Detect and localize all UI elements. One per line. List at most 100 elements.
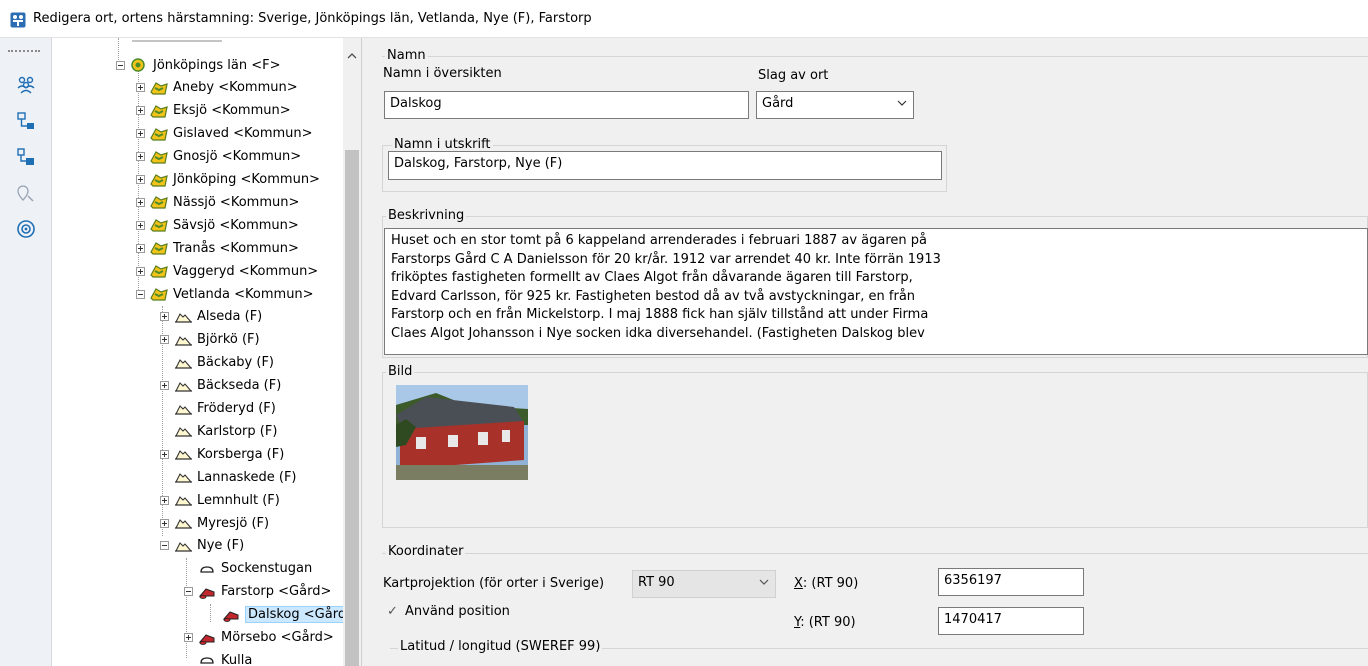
place-tree[interactable]: Jönköpings län <F> Aneby <Kommun> Eksjö <K…: [52, 38, 362, 666]
tree-item-label: Tranås <Kommun>: [173, 240, 299, 256]
place-kind-label: Slag av ort: [758, 68, 829, 83]
red-house-photo[interactable]: [396, 385, 528, 480]
tree-item[interactable]: Sockenstugan: [184, 558, 312, 580]
tree-item[interactable]: Nässjö <Kommun>: [136, 191, 299, 213]
parish-icon: [173, 538, 193, 554]
print-name-legend: Namn i utskrift: [392, 137, 493, 152]
toolbar-grip[interactable]: [8, 50, 40, 52]
projection-select[interactable]: RT 90: [632, 570, 776, 598]
tree-item-label: Gislaved <Kommun>: [173, 126, 313, 142]
municipality-icon: [149, 217, 169, 233]
expand-icon[interactable]: [136, 83, 145, 93]
tree-item[interactable]: Gislaved <Kommun>: [136, 123, 313, 145]
tree-item[interactable]: Mörsebo <Gård>: [184, 627, 334, 649]
expand-icon[interactable]: [136, 197, 145, 207]
place-kind-select[interactable]: Gård: [756, 91, 914, 119]
municipality-icon: [149, 103, 169, 119]
tree-structure-icon[interactable]: [13, 108, 39, 134]
location-search-icon[interactable]: [13, 180, 39, 206]
municipality-icon: [149, 149, 169, 165]
target-icon[interactable]: [13, 216, 39, 242]
tree-item[interactable]: Nye (F): [160, 535, 244, 557]
expand-icon[interactable]: [136, 266, 145, 276]
tree-item[interactable]: Tranås <Kommun>: [136, 237, 299, 259]
tree-scrollbar[interactable]: [343, 38, 361, 666]
collapse-icon[interactable]: [160, 541, 169, 551]
municipality-icon: [149, 240, 169, 256]
tree-item-label: Sockenstugan: [221, 561, 313, 577]
expand-icon[interactable]: [136, 152, 145, 162]
collapse-icon[interactable]: [116, 60, 125, 70]
parish-icon: [173, 423, 193, 439]
tree-item[interactable]: Bäckaby (F): [160, 352, 274, 374]
expand-icon[interactable]: [136, 129, 145, 139]
tree-item[interactable]: Vetlanda <Kommun>: [136, 283, 314, 305]
tree-item[interactable]: Myresjö (F): [160, 512, 269, 534]
expand-icon[interactable]: [160, 518, 169, 528]
expand-icon[interactable]: [184, 633, 193, 642]
tree-item[interactable]: Fröderyd (F): [160, 398, 276, 420]
tree-item[interactable]: Lannaskede (F): [160, 466, 297, 488]
tree-item[interactable]: Karlstorp (F): [160, 420, 277, 442]
tree-item[interactable]: Sävsjö <Kommun>: [136, 214, 299, 236]
tree-item[interactable]: Alseda (F): [160, 306, 262, 328]
y-unit: : (RT 90): [800, 615, 856, 630]
municipality-icon: [149, 286, 169, 302]
expand-icon[interactable]: [160, 335, 169, 345]
tree-item-label: Bäckaby (F): [197, 355, 274, 371]
tree-item[interactable]: Farstorp <Gård>: [184, 581, 331, 603]
print-name-input[interactable]: Dalskog, Farstorp, Nye (F): [388, 151, 942, 180]
expand-icon[interactable]: [160, 312, 169, 322]
tree-item[interactable]: Björkö (F): [160, 329, 260, 351]
overview-name-label: Namn i översikten: [383, 66, 502, 81]
tree-item-label: Nye (F): [197, 538, 245, 554]
description-textarea[interactable]: Huset och en stor tomt på 6 kappeland ar…: [384, 228, 1368, 355]
expand-icon[interactable]: [160, 449, 169, 459]
use-position-checkbox[interactable]: ✓ Använd position: [387, 604, 510, 619]
tree-item-label: Korsberga (F): [197, 446, 285, 462]
scroll-thumb[interactable]: [345, 150, 359, 666]
left-toolbar: [0, 38, 52, 666]
expand-icon[interactable]: [160, 495, 169, 505]
collapse-icon[interactable]: [184, 587, 193, 597]
tree-item[interactable]: Kulla: [184, 649, 252, 666]
expand-icon[interactable]: [160, 381, 169, 391]
collapse-icon[interactable]: [136, 289, 145, 299]
window-title: Redigera ort, ortens härstamning: Sverig…: [33, 11, 592, 26]
app-icon: [10, 12, 26, 28]
tree-item[interactable]: Jönköping <Kommun>: [136, 169, 320, 191]
expand-icon[interactable]: [136, 220, 145, 230]
place-icon: [197, 561, 217, 577]
municipality-icon: [149, 172, 169, 188]
tree-item[interactable]: Lemnhult (F): [160, 489, 280, 511]
tree-item[interactable]: Gnosjö <Kommun>: [136, 146, 301, 168]
window-title-bar: Redigera ort, ortens härstamning: Sverig…: [0, 0, 1368, 38]
tree-item[interactable]: Jönköpings län <F>: [116, 54, 281, 76]
coordinates-legend: Koordinater: [386, 544, 466, 559]
expand-icon[interactable]: [136, 175, 145, 184]
tree-item[interactable]: Dalskog <Gård: [208, 604, 350, 626]
place-icon: [197, 652, 217, 666]
tree-item[interactable]: Korsberga (F): [160, 443, 284, 465]
people-icon[interactable]: [13, 72, 39, 98]
chevron-down-icon: [897, 100, 907, 106]
y-coordinate-input[interactable]: 1470417: [938, 607, 1084, 635]
parish-icon: [173, 355, 193, 371]
tree-item[interactable]: Vaggeryd <Kommun>: [136, 260, 318, 282]
tree-branch-icon[interactable]: [13, 144, 39, 170]
tree-item[interactable]: Bäckseda (F): [160, 375, 281, 397]
tree-item[interactable]: Eksjö <Kommun>: [136, 100, 291, 122]
y-coordinate-label: Y: (RT 90): [794, 615, 856, 630]
expand-icon[interactable]: [136, 243, 145, 253]
scroll-up-icon[interactable]: [346, 50, 358, 62]
expand-icon[interactable]: [136, 106, 145, 116]
municipality-icon: [149, 263, 169, 279]
farm-icon: [197, 584, 217, 600]
image-legend: Bild: [386, 364, 415, 379]
overview-name-input[interactable]: Dalskog: [384, 91, 749, 119]
tree-item-partial[interactable]: [132, 38, 222, 42]
tree-item[interactable]: Aneby <Kommun>: [136, 77, 298, 99]
x-coordinate-input[interactable]: 6356197: [938, 568, 1084, 596]
